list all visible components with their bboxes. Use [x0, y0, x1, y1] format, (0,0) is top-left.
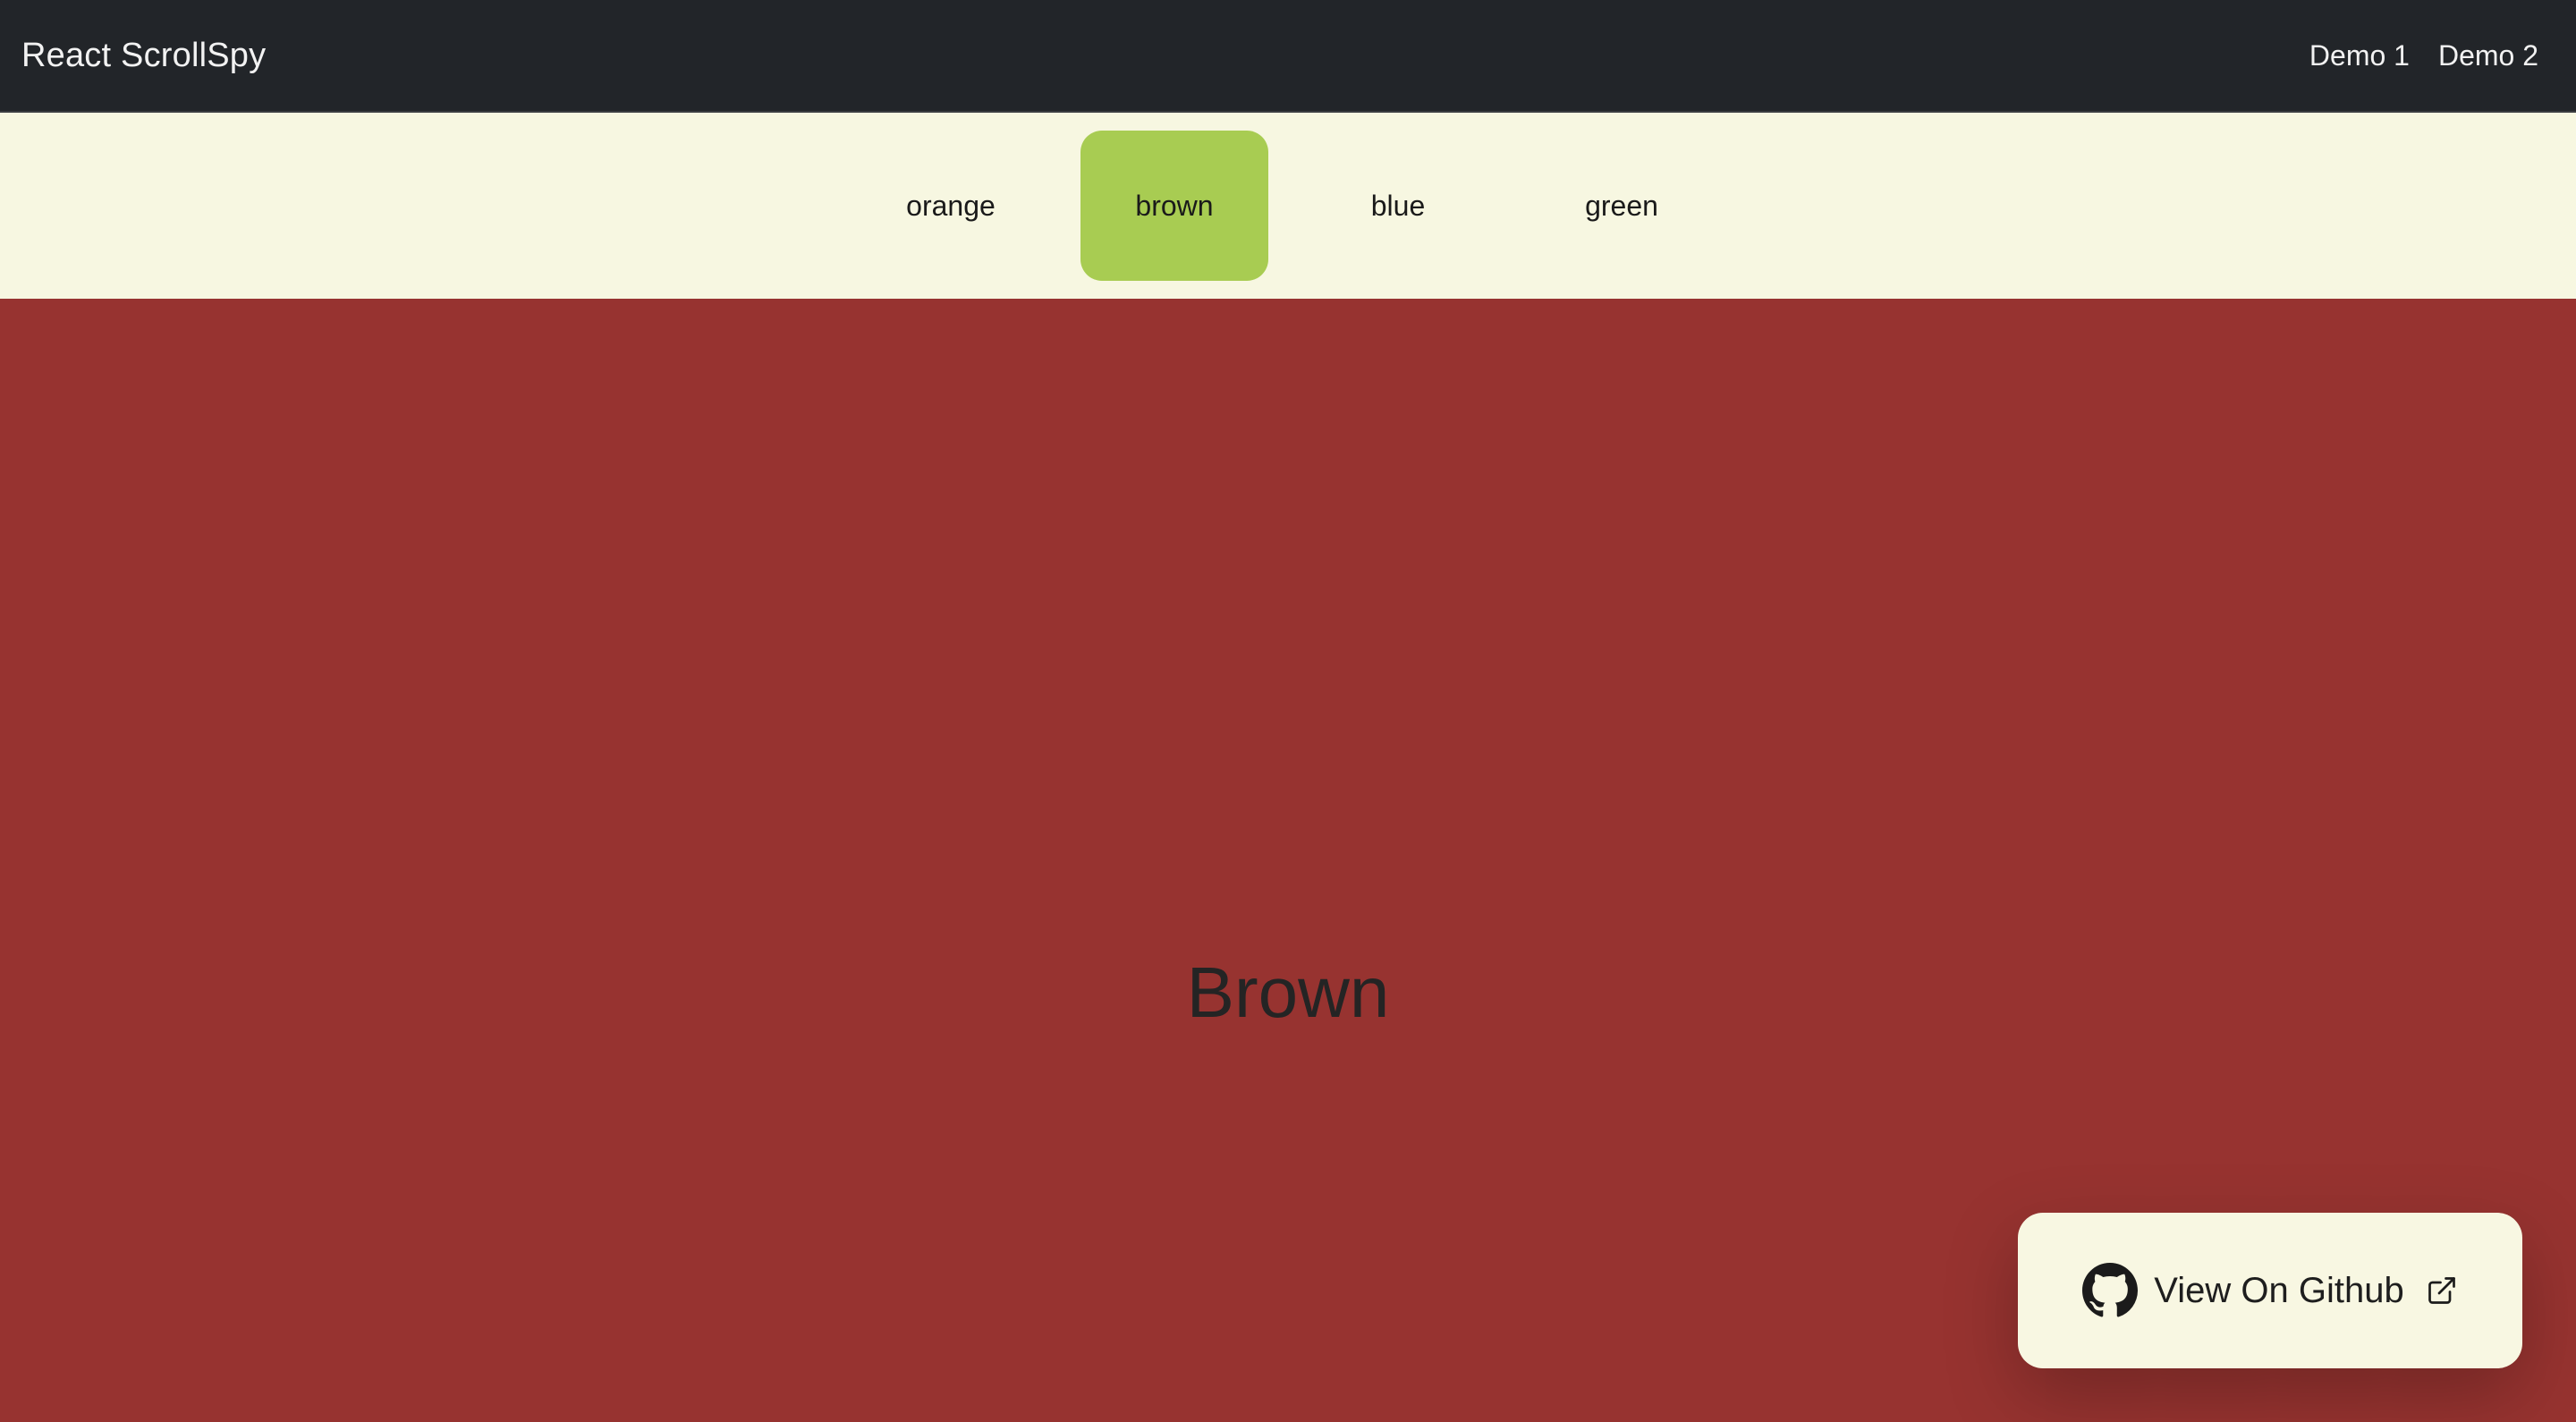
github-card-label: View On Github [2154, 1270, 2404, 1310]
github-icon [2082, 1263, 2139, 1318]
spy-item-green[interactable]: green [1528, 131, 1716, 281]
view-on-github-button[interactable]: View On Github [2018, 1213, 2522, 1368]
spy-item-orange[interactable]: orange [857, 131, 1045, 281]
demo-1-link[interactable]: Demo 1 [2309, 39, 2410, 72]
top-nav-links: Demo 1 Demo 2 [2309, 39, 2555, 72]
demo-2-link[interactable]: Demo 2 [2438, 39, 2538, 72]
brand-link[interactable]: React ScrollSpy [21, 37, 266, 75]
scrollspy-nav: orange brown blue green [0, 113, 2576, 299]
spy-item-brown[interactable]: brown [1080, 131, 1268, 281]
top-navbar: React ScrollSpy Demo 1 Demo 2 [0, 0, 2576, 113]
external-link-icon [2426, 1274, 2458, 1307]
scrollspy-items: orange brown blue green [839, 131, 1733, 281]
spy-item-blue[interactable]: blue [1304, 131, 1492, 281]
section-title: Brown [1186, 952, 1390, 1032]
